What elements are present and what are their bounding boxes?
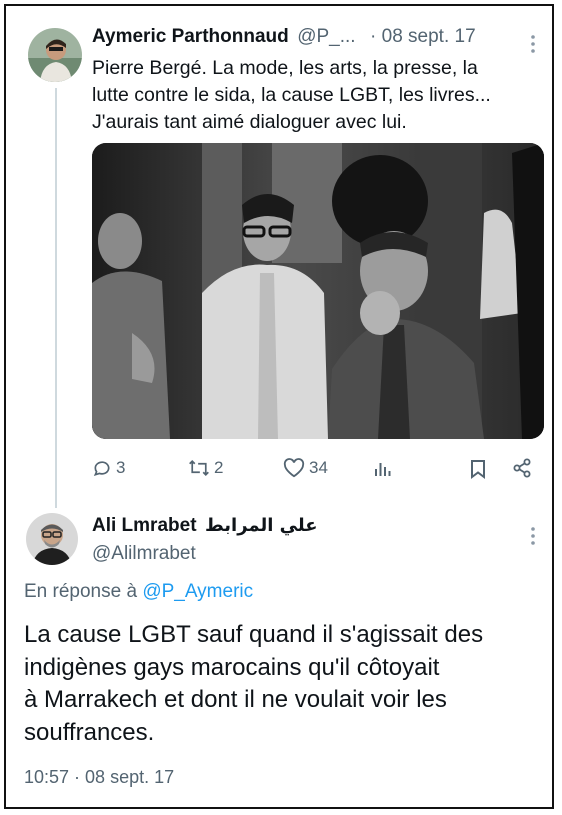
share-button[interactable] <box>512 458 532 478</box>
bookmark-icon <box>470 459 486 479</box>
author-name[interactable]: Aymeric Parthonnaud <box>92 26 289 47</box>
tweet2-text: La cause LGBT sauf quand il s'agissait d… <box>24 619 544 749</box>
views-icon <box>374 460 392 478</box>
screenshot-frame: Aymeric Parthonnaud @P_... · 08 sept. 17… <box>4 4 554 809</box>
thread-line <box>55 88 57 508</box>
reply-count: 3 <box>116 458 126 477</box>
text-line: lutte contre le sida, la cause LGBT, les… <box>92 84 491 106</box>
more-icon[interactable] <box>530 526 536 546</box>
text-line: La cause LGBT sauf quand il s'agissait d… <box>24 621 484 648</box>
text-line: J'aurais tant aimé dialoguer avec lui. <box>92 111 407 133</box>
reply-mention-link[interactable]: @P_Aymeric <box>142 581 253 602</box>
like-count: 34 <box>309 458 328 477</box>
tweet1-text: Pierre Bergé. La mode, les arts, la pres… <box>92 55 542 136</box>
like-icon <box>283 458 305 478</box>
tweet2-header: Ali Lmrabet علي المرابط <box>92 515 318 537</box>
avatar-aymeric[interactable] <box>28 28 82 82</box>
reply-icon <box>92 458 112 478</box>
text-line: Pierre Bergé. La mode, les arts, la pres… <box>92 57 478 79</box>
bookmark-button[interactable] <box>470 459 486 479</box>
reply-button[interactable]: 3 <box>92 458 125 478</box>
author-handle[interactable]: @P_... <box>297 26 355 47</box>
tweet1-header: Aymeric Parthonnaud @P_... · 08 sept. 17 <box>92 26 532 54</box>
text-line: indigènes gays marocains qu'il côtoyait <box>24 653 440 681</box>
share-icon <box>512 458 532 478</box>
reply-prefix: En réponse à <box>24 581 143 602</box>
retweet-icon <box>188 458 210 478</box>
retweet-count: 2 <box>214 458 224 477</box>
more-icon[interactable] <box>530 34 536 54</box>
like-button[interactable]: 34 <box>283 458 328 478</box>
retweet-button[interactable]: 2 <box>188 458 223 478</box>
text-line: à Marrakech et dont il ne voulait voir l… <box>24 686 447 713</box>
text-line: souffrances. <box>24 718 155 746</box>
tweet-timestamp[interactable]: 10:57 · 08 sept. 17 <box>24 767 174 788</box>
author-name-arabic[interactable]: علي المرابط <box>205 515 318 536</box>
author-handle[interactable]: @Alilmrabet <box>92 543 196 565</box>
views-button[interactable] <box>374 460 392 478</box>
avatar-ali[interactable] <box>26 513 78 565</box>
author-name[interactable]: Ali Lmrabet <box>92 515 197 536</box>
tweet-photo[interactable] <box>92 143 544 439</box>
tweet-date[interactable]: · 08 sept. 17 <box>370 26 476 47</box>
reply-context: En réponse à @P_Aymeric <box>24 581 253 603</box>
